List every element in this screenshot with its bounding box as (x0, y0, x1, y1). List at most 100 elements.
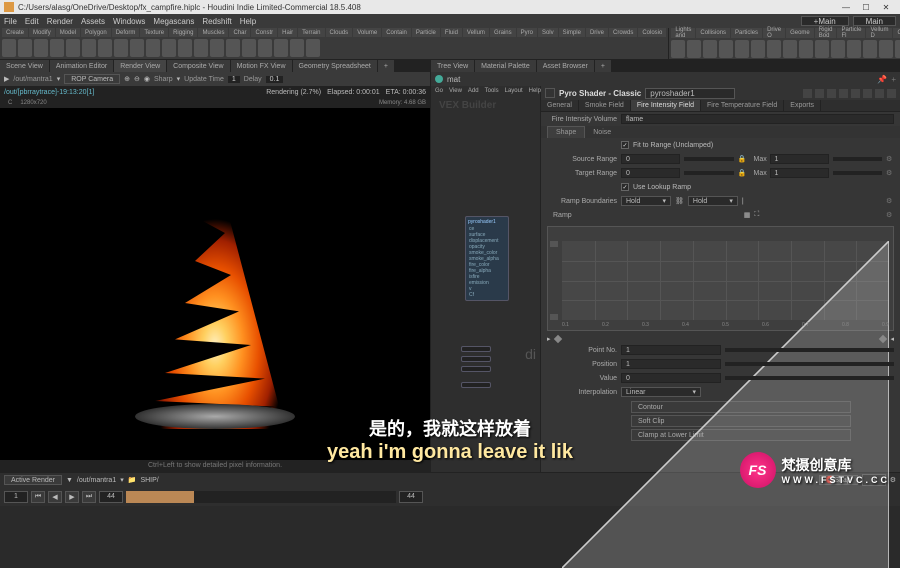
shelf-tool[interactable] (2, 39, 16, 57)
shelf-tab[interactable]: Drive O (763, 28, 785, 38)
shelf-tab[interactable]: Vellum (463, 28, 489, 37)
tl-cfg-icon[interactable]: ⚙ (890, 476, 896, 484)
maximize-button[interactable]: ☐ (856, 3, 876, 12)
start-frame[interactable]: 1 (4, 491, 28, 503)
shelf-tab[interactable]: Modify (29, 28, 55, 37)
tab-smoke[interactable]: Smoke Field (579, 100, 631, 111)
zoom-out-icon[interactable]: ⊖ (134, 75, 140, 83)
shelf-tool[interactable] (895, 40, 900, 58)
lock-icon[interactable]: 🔒 (738, 169, 750, 177)
shader-name-field[interactable]: pyroshader1 (645, 88, 735, 99)
shelf-tool[interactable] (783, 40, 797, 58)
node-compute[interactable] (461, 366, 491, 372)
play-back-button[interactable]: ◀ (48, 491, 62, 503)
shelf-tab[interactable]: Solv (538, 28, 558, 37)
tab-fire-temp[interactable]: Fire Temperature Field (701, 100, 784, 111)
context-icon[interactable] (435, 75, 443, 83)
pin-icon[interactable]: 📌 (877, 75, 887, 84)
tab-render-view[interactable]: Render View (114, 60, 166, 72)
param-icon[interactable] (803, 89, 812, 98)
param-icon[interactable] (827, 89, 836, 98)
shelf-tab[interactable]: Oceans (893, 28, 900, 38)
tab-fire-intensity[interactable]: Fire Intensity Field (631, 100, 701, 111)
target-max-field[interactable]: 1 (770, 168, 829, 178)
zoom-in-icon[interactable]: ⊕ (124, 75, 130, 83)
target-max-slider[interactable] (833, 171, 882, 175)
shelf-tab[interactable]: Pyro (517, 28, 537, 37)
shelf-tool[interactable] (671, 40, 685, 58)
param-icon[interactable] (863, 89, 872, 98)
shelf-tool[interactable] (226, 39, 240, 57)
menu-file[interactable]: File (4, 17, 17, 26)
shelf-tab[interactable]: Drive (586, 28, 608, 37)
shelf-tool[interactable] (847, 40, 861, 58)
shelf-tab[interactable]: Vellum D (866, 28, 892, 38)
point-no-slider[interactable] (725, 348, 894, 352)
shelf-tab[interactable]: Fluid (441, 28, 462, 37)
shelf-tool[interactable] (767, 40, 781, 58)
shelf-tool[interactable] (831, 40, 845, 58)
node-pyroshader[interactable]: pyroshader1 cesurfacedisplacementopacity… (465, 216, 509, 301)
tab-asset-browser[interactable]: Asset Browser (537, 60, 594, 72)
minimize-button[interactable]: — (836, 3, 856, 12)
end-frame[interactable]: 44 (399, 491, 423, 503)
help-icon[interactable] (887, 89, 896, 98)
shelf-tool[interactable] (863, 40, 877, 58)
shelf-tab[interactable]: Rigging (169, 28, 197, 37)
source-min-field[interactable]: 0 (621, 154, 680, 164)
lookup-ramp-checkbox[interactable]: ✓ (621, 183, 629, 191)
close-button[interactable]: ✕ (876, 3, 896, 12)
timeline-track[interactable] (126, 491, 396, 503)
shelf-tool[interactable] (290, 39, 304, 57)
param-icon[interactable] (851, 89, 860, 98)
source-max-field[interactable]: 1 (770, 154, 829, 164)
tab-motionfx[interactable]: Motion FX View (231, 60, 292, 72)
node-output[interactable] (461, 382, 491, 388)
shelf-tool[interactable] (98, 39, 112, 57)
shelf-tool[interactable] (34, 39, 48, 57)
menu-render[interactable]: Render (47, 17, 73, 26)
shelf-tool[interactable] (719, 40, 733, 58)
shelf-tool[interactable] (130, 39, 144, 57)
shelf-tab[interactable]: Muscles (198, 28, 228, 37)
play-button[interactable]: ▶ (65, 491, 79, 503)
desktop-selector-2[interactable]: Main (853, 16, 896, 26)
position-slider[interactable] (725, 362, 894, 366)
target-min-slider[interactable] (684, 171, 733, 175)
shelf-tab[interactable]: Model (56, 28, 80, 37)
file-icon[interactable]: 📁 (128, 476, 137, 484)
shelf-tool[interactable] (306, 39, 320, 57)
tl-rop-path[interactable]: /out/mantra1 (77, 477, 116, 484)
tab-anim-editor[interactable]: Animation Editor (50, 60, 113, 72)
render-viewport[interactable] (0, 108, 430, 460)
current-frame[interactable]: 44 (99, 491, 123, 503)
shelf-tab[interactable]: Crowds (609, 28, 637, 37)
menu-assets[interactable]: Assets (81, 17, 105, 26)
render-go-icon[interactable]: ▶ (4, 75, 9, 83)
shelf-tab[interactable]: Deform (112, 28, 140, 37)
param-icon[interactable] (875, 89, 884, 98)
shelf-tool[interactable] (735, 40, 749, 58)
shelf-tab[interactable]: Colosio (638, 28, 666, 37)
network-path[interactable]: mat (447, 75, 460, 84)
ramp-del-point[interactable] (550, 314, 558, 320)
render-rop-path[interactable]: /out/mantra1 (13, 76, 52, 83)
network-view[interactable]: Go View Add Tools Layout Help VEX Builde… (431, 86, 541, 472)
shelf-tool[interactable] (258, 39, 272, 57)
shelf-tool[interactable] (274, 39, 288, 57)
fit-range-checkbox[interactable]: ✓ (621, 141, 629, 149)
shelf-tool[interactable] (114, 39, 128, 57)
menu-help[interactable]: Help (240, 17, 256, 26)
menu-windows[interactable]: Windows (113, 17, 145, 26)
tab-geo-spreadsheet[interactable]: Geometry Spreadsheet (293, 60, 377, 72)
tab-exports[interactable]: Exports (784, 100, 821, 111)
shelf-tab[interactable]: Contain (382, 28, 411, 37)
shelf-tab[interactable]: Char (229, 28, 250, 37)
shelf-tab[interactable]: Collisions (696, 28, 730, 38)
shelf-tab[interactable]: Volume (353, 28, 381, 37)
source-max-slider[interactable] (833, 157, 882, 161)
shelf-tab[interactable]: Lights and (671, 28, 695, 38)
shelf-tool[interactable] (66, 39, 80, 57)
shelf-tool[interactable] (687, 40, 701, 58)
ramp-add-point[interactable] (550, 241, 558, 247)
